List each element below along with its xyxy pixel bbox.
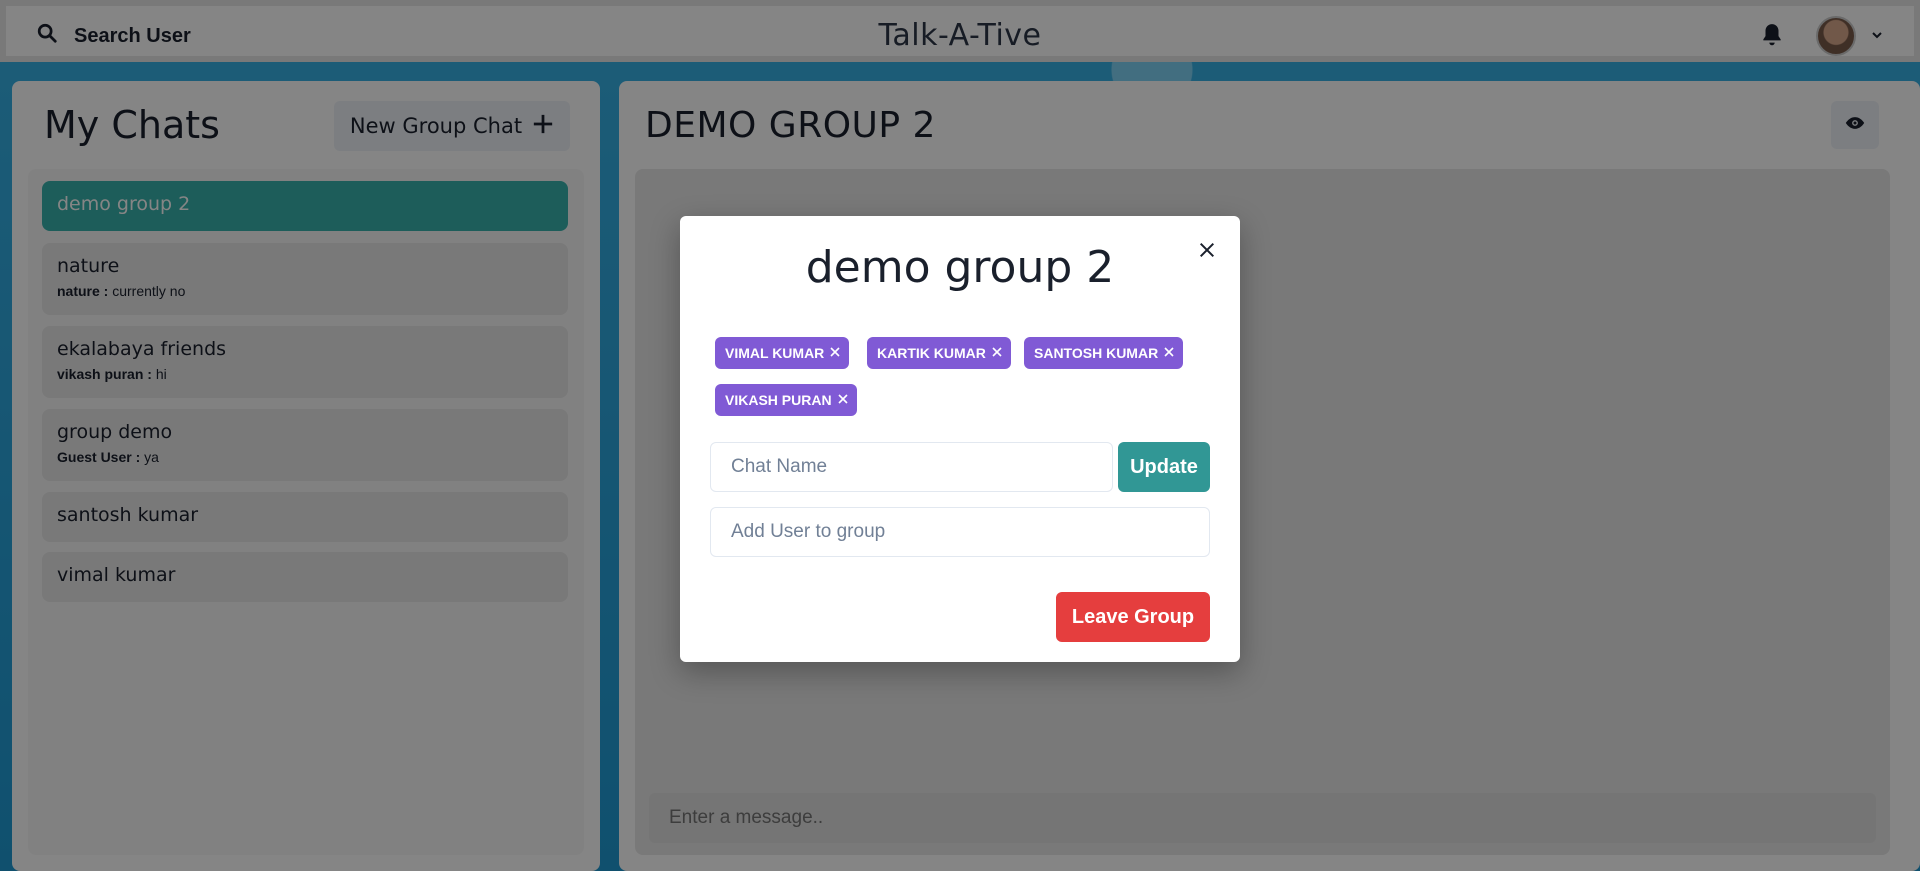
close-icon[interactable] [1193, 236, 1221, 264]
add-user-input[interactable] [710, 507, 1210, 557]
group-modal: demo group 2 VIMAL KUMAR KARTIK KUMAR SA… [680, 216, 1240, 662]
remove-member-icon[interactable] [1163, 345, 1175, 361]
remove-member-icon[interactable] [991, 345, 1003, 361]
chat-name-input[interactable] [710, 442, 1113, 492]
leave-group-button[interactable]: Leave Group [1056, 592, 1210, 642]
member-name: VIMAL KUMAR [725, 345, 825, 361]
member-name: SANTOSH KUMAR [1034, 345, 1159, 361]
modal-title: demo group 2 [805, 242, 1115, 293]
member-badge[interactable]: VIKASH PURAN [715, 384, 857, 416]
member-badge[interactable]: KARTIK KUMAR [867, 337, 1011, 369]
remove-member-icon[interactable] [837, 392, 849, 408]
member-name: VIKASH PURAN [725, 392, 832, 408]
member-name: KARTIK KUMAR [877, 345, 986, 361]
member-badge[interactable]: VIMAL KUMAR [715, 337, 850, 369]
remove-member-icon[interactable] [829, 345, 841, 361]
member-badge[interactable]: SANTOSH KUMAR [1024, 337, 1184, 369]
update-button[interactable]: Update [1118, 442, 1210, 492]
